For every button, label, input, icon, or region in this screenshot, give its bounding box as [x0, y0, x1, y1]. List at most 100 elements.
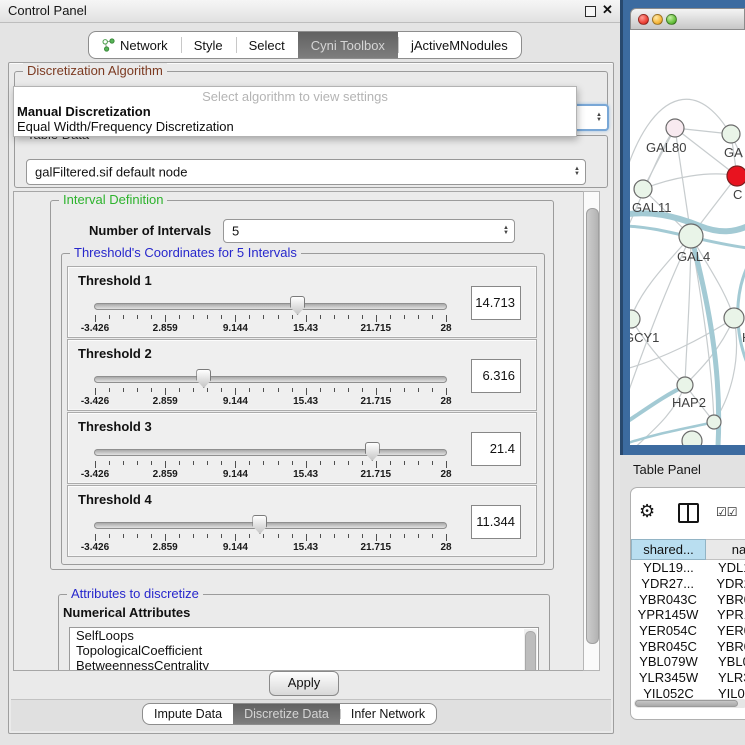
- float-window-icon[interactable]: [585, 6, 596, 17]
- attribute-item-selfloops[interactable]: SelfLoops: [70, 628, 538, 643]
- tab-cyni-toolbox[interactable]: Cyni Toolbox: [298, 32, 398, 58]
- table-data-combobox[interactable]: galFiltered.sif default node ▲▼: [26, 159, 586, 185]
- network-node-ga[interactable]: [722, 125, 740, 143]
- network-node-h[interactable]: [724, 308, 744, 328]
- slider-handle[interactable]: [365, 442, 380, 461]
- gear-icon[interactable]: ⚙: [639, 502, 655, 520]
- control-panel-tabbar: NetworkStyleSelectCyni ToolboxjActiveMNo…: [88, 31, 522, 59]
- threshold-value-field[interactable]: 14.713: [471, 286, 521, 320]
- node-label-gal4: GAL4: [677, 249, 710, 264]
- slider-tick: [418, 461, 419, 465]
- slider-scale-label: 21.715: [354, 542, 398, 553]
- close-icon[interactable]: ✕: [602, 2, 613, 18]
- threshold-value-field[interactable]: 11.344: [471, 505, 521, 539]
- slider-handle[interactable]: [290, 296, 305, 315]
- table-horizontal-scrollbar[interactable]: [634, 699, 745, 708]
- tab-discretize-data[interactable]: Discretize Data: [233, 704, 340, 724]
- slider-tick: [249, 388, 250, 392]
- cell-name: YPR1: [705, 607, 745, 622]
- minimize-traffic-light-icon[interactable]: [652, 14, 663, 25]
- application-window: Control Panel ✕ NetworkStyleSelectCyni T…: [0, 0, 745, 745]
- tab-style[interactable]: Style: [181, 32, 236, 58]
- columns-icon[interactable]: [678, 503, 699, 523]
- slider-tick: [278, 388, 279, 392]
- table-panel-title: Table Panel: [633, 462, 701, 477]
- slider-scale-label: 15.43: [284, 323, 328, 334]
- network-node-gal80[interactable]: [666, 119, 684, 137]
- slider-tick: [390, 315, 391, 319]
- table-row[interactable]: YDR27...YDR2: [631, 576, 745, 592]
- slider-tick: [390, 534, 391, 538]
- scrollbar-thumb[interactable]: [586, 208, 599, 644]
- slider-track[interactable]: [94, 522, 447, 529]
- network-window: GAL80GACGAL11GAL4GCY1HHAP2: [630, 8, 745, 445]
- slider-tick: [362, 534, 363, 538]
- network-node[interactable]: [707, 415, 721, 429]
- table-row[interactable]: YDL19...YDL1: [631, 560, 745, 576]
- tab-impute-data[interactable]: Impute Data: [143, 704, 233, 724]
- network-node-hap2[interactable]: [677, 377, 693, 393]
- table-row[interactable]: YLR345WYLR3: [631, 670, 745, 686]
- scrollbar-thumb[interactable]: [525, 631, 536, 671]
- slider-handle[interactable]: [196, 369, 211, 388]
- panel-title: Control Panel: [8, 3, 87, 18]
- slider-tick: [221, 388, 222, 392]
- table-row[interactable]: YBL079WYBL0: [631, 654, 745, 670]
- slider-scale-label: -3.426: [73, 396, 117, 407]
- threshold-value-field[interactable]: 6.316: [471, 359, 521, 393]
- tab-infer-network[interactable]: Infer Network: [340, 704, 436, 724]
- scrollbar-thumb[interactable]: [635, 700, 738, 707]
- close-traffic-light-icon[interactable]: [638, 14, 649, 25]
- network-node-gal11[interactable]: [634, 180, 652, 198]
- tab-network[interactable]: Network: [89, 32, 181, 58]
- table-rows: YDL19...YDL1YDR27...YDR2YBR043CYBR0YPR14…: [631, 560, 745, 698]
- dropdown-option-manual-discretization[interactable]: Manual Discretization: [17, 104, 573, 119]
- cell-shared-name: YDL19...: [631, 560, 706, 575]
- tab-jactivemnodules[interactable]: jActiveMNodules: [398, 32, 521, 58]
- slider-track[interactable]: [94, 449, 447, 456]
- numerical-attributes-label: Numerical Attributes: [63, 605, 190, 620]
- settings-vertical-scrollbar[interactable]: [583, 191, 600, 671]
- slider-scale-label: 28: [424, 542, 468, 553]
- slider-tick: [348, 461, 349, 465]
- slider-tick: [235, 388, 236, 395]
- apply-button[interactable]: Apply: [269, 671, 339, 696]
- column-header-shared-name[interactable]: shared...: [631, 539, 706, 560]
- attribute-item-betweennesscentrality[interactable]: BetweennessCentrality: [70, 658, 538, 671]
- slider-track[interactable]: [94, 376, 447, 383]
- network-window-titlebar: [630, 8, 745, 30]
- attributes-scrollbar[interactable]: [524, 629, 537, 671]
- table-row[interactable]: YBR043CYBR0: [631, 591, 745, 607]
- table-row[interactable]: YIL052CYIL0: [631, 686, 745, 699]
- slider-tick: [432, 534, 433, 538]
- column-header-name[interactable]: name: [706, 539, 745, 560]
- attribute-item-topologicalcoefficient[interactable]: TopologicalCoefficient: [70, 643, 538, 658]
- threshold-value-field[interactable]: 21.4: [471, 432, 521, 466]
- slider-tick: [404, 315, 405, 319]
- select-all-checkboxes-icon[interactable]: ☑☑: [716, 505, 738, 519]
- table-row[interactable]: YER054CYER0: [631, 623, 745, 639]
- table-row[interactable]: YBR045CYBR0: [631, 638, 745, 654]
- number-of-intervals-spinner[interactable]: 5 ▲▼: [223, 219, 515, 243]
- slider-tick: [249, 315, 250, 319]
- slider-handle[interactable]: [252, 515, 267, 534]
- cell-shared-name: YER054C: [631, 623, 705, 638]
- slider-tick: [263, 315, 264, 319]
- slider-scale-label: 21.715: [354, 396, 398, 407]
- slider-tick: [446, 388, 447, 395]
- group-title-threshold-coordinates: Threshold's Coordinates for 5 Intervals: [70, 245, 301, 260]
- zoom-traffic-light-icon[interactable]: [666, 14, 677, 25]
- cyni-toolbox-panel: Discretization Algorithm ▲▼ Table Data g…: [8, 62, 614, 734]
- dropdown-option-equal-width-frequency-discretization[interactable]: Equal Width/Frequency Discretization: [17, 119, 573, 134]
- slider-tick: [109, 388, 110, 392]
- network-node[interactable]: [682, 431, 702, 445]
- slider-track[interactable]: [94, 303, 447, 310]
- slider-tick: [306, 388, 307, 395]
- table-panel-card: ⚙ ☑☑ shared... name YDL19...YDL1YDR27...…: [630, 487, 745, 720]
- tab-select[interactable]: Select: [236, 32, 298, 58]
- network-canvas[interactable]: GAL80GACGAL11GAL4GCY1HHAP2: [630, 30, 745, 445]
- network-node-gal4[interactable]: [679, 224, 703, 248]
- network-node-c[interactable]: [727, 166, 745, 186]
- network-node-gcy1[interactable]: [630, 310, 640, 328]
- table-row[interactable]: YPR145WYPR1: [631, 607, 745, 623]
